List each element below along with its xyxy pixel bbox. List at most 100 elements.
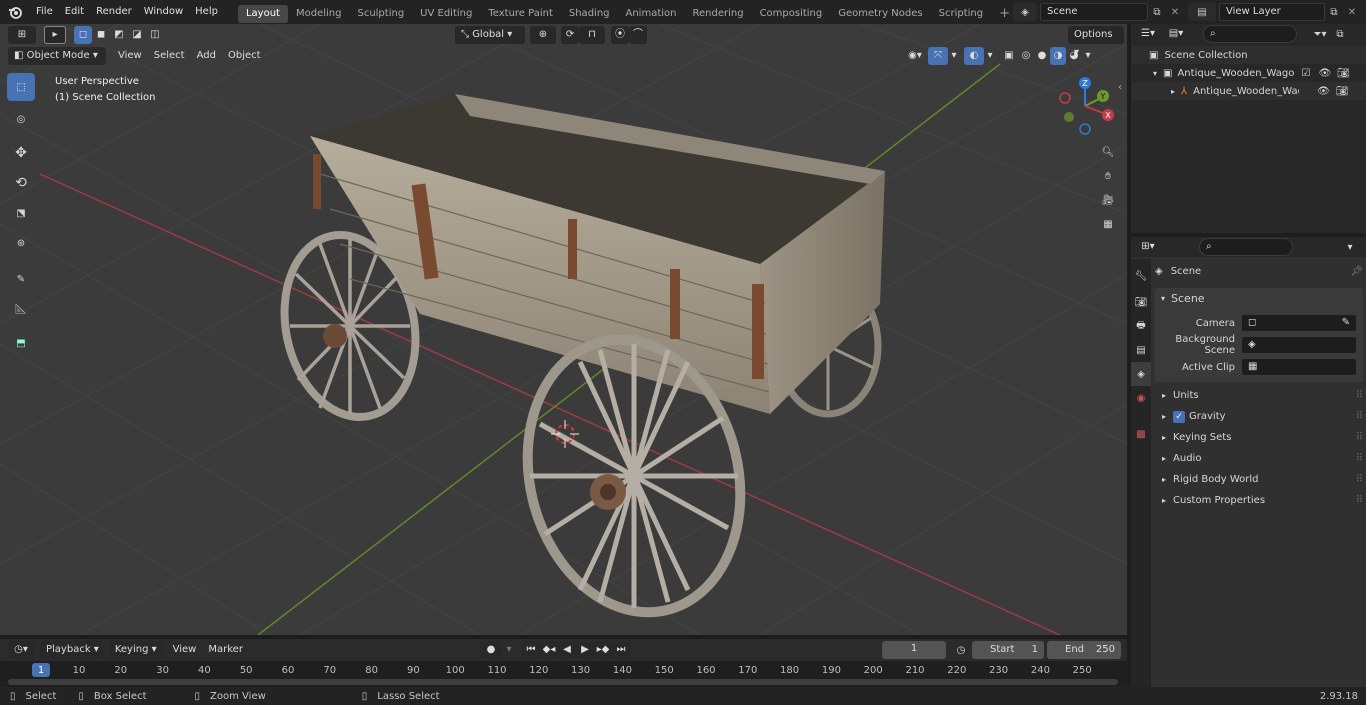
view-layer-tab-icon[interactable]: ▤ bbox=[1131, 338, 1151, 362]
xray-icon[interactable]: ▣ bbox=[1000, 47, 1018, 65]
background-scene-field[interactable]: ◈ bbox=[1241, 336, 1357, 354]
prev-keyframe-icon[interactable]: ◆◂ bbox=[540, 641, 558, 659]
filter-icon[interactable]: ⏷▾ bbox=[1309, 29, 1331, 40]
record-dropdown-icon[interactable]: ▾ bbox=[502, 641, 516, 659]
frame-ruler[interactable]: 1 10 20 30 40 50 60 70 80 90 100 110 120 130 140 150 160… bbox=[0, 661, 1127, 687]
transform-tool-icon[interactable]: ⊛ bbox=[7, 229, 35, 257]
render-camera-icon[interactable]: 📷︎ bbox=[1336, 81, 1349, 102]
tab-rendering[interactable]: Rendering bbox=[684, 5, 751, 23]
playback-dropdown[interactable]: Playback ▾ bbox=[40, 641, 105, 659]
drag-handle-icon[interactable]: ⠿ bbox=[1356, 427, 1363, 448]
solid-shading-icon[interactable]: ● bbox=[1034, 47, 1050, 65]
properties-search-input[interactable]: ⌕ bbox=[1199, 238, 1293, 256]
eye-icon[interactable]: 👁︎ bbox=[1317, 81, 1330, 102]
editor-type-icon[interactable]: ⊞ bbox=[8, 26, 36, 44]
add-cube-tool-icon[interactable]: ⬒ bbox=[7, 329, 35, 357]
view-layer-icon[interactable]: ▤ bbox=[1188, 3, 1216, 21]
play-reverse-icon[interactable]: ◀ bbox=[558, 641, 576, 659]
texture-tab-icon[interactable]: ▩ bbox=[1131, 422, 1151, 446]
new-view-layer-icon[interactable]: ⧉ bbox=[1325, 3, 1343, 21]
mode-dropdown[interactable]: ◧ Object Mode ▾ bbox=[8, 47, 106, 65]
tool-tab-icon[interactable]: 🔧︎ bbox=[1131, 264, 1151, 288]
collapse-arrow-icon[interactable]: ▸ bbox=[1171, 81, 1175, 102]
sidebar-toggle-icon[interactable]: ‹ bbox=[1118, 82, 1122, 93]
tab-animation[interactable]: Animation bbox=[618, 5, 685, 23]
perspective-grid-icon[interactable]: ▦ bbox=[1096, 212, 1120, 236]
current-frame-field[interactable]: 1 bbox=[882, 641, 946, 659]
next-keyframe-icon[interactable]: ▸◆ bbox=[594, 641, 612, 659]
navigation-gizmo[interactable]: Z Y X bbox=[1055, 74, 1121, 140]
falloff-icon[interactable]: ⌒ bbox=[629, 26, 647, 44]
shading-dropdown-icon[interactable]: ▾ bbox=[1082, 47, 1094, 65]
record-icon[interactable]: ● bbox=[480, 641, 502, 659]
world-tab-icon[interactable]: ◉ bbox=[1131, 386, 1151, 410]
select-mode-subtract-icon[interactable]: ◩ bbox=[110, 26, 128, 44]
camera-field[interactable]: ◻ ✎ bbox=[1241, 314, 1357, 332]
drag-handle-icon[interactable]: ⠿ bbox=[1356, 448, 1363, 469]
visibility-icon[interactable]: ◉▾ bbox=[902, 47, 928, 65]
material-shading-icon[interactable]: ◑ bbox=[1050, 47, 1066, 65]
snap-icon[interactable]: ⟳ bbox=[561, 26, 579, 44]
tree-row-collection[interactable]: ▾ ▣ Antique_Wooden_Wagon_001 ☑ 👁︎ 📷︎ bbox=[1131, 64, 1366, 82]
overlay-dropdown-icon[interactable]: ▾ bbox=[984, 47, 996, 65]
scene-icon[interactable]: ◈ bbox=[1013, 3, 1037, 21]
pan-hand-icon[interactable]: ✋︎ bbox=[1096, 164, 1120, 188]
wireframe-shading-icon[interactable]: ◎ bbox=[1018, 47, 1034, 65]
select-box-tool-icon[interactable]: ⬚ bbox=[7, 73, 35, 101]
camera-view-icon[interactable]: 🎥︎ bbox=[1096, 188, 1120, 212]
timeline-menu-marker[interactable]: Marker bbox=[202, 641, 249, 659]
scene-tab-icon[interactable]: ◈ bbox=[1131, 362, 1151, 386]
timeline-scrollbar[interactable] bbox=[8, 679, 1118, 685]
menu-view[interactable]: View bbox=[112, 47, 148, 65]
eyedropper-icon[interactable]: ✎ bbox=[1342, 315, 1350, 331]
active-clip-field[interactable]: ▦ bbox=[1241, 358, 1357, 376]
rigid-body-world-panel[interactable]: ▸ Rigid Body World ⠿ bbox=[1155, 469, 1363, 490]
drag-handle-icon[interactable]: ⠿ bbox=[1356, 490, 1363, 511]
new-scene-icon[interactable]: ⧉ bbox=[1148, 3, 1166, 21]
scene-name-field[interactable]: Scene bbox=[1040, 3, 1148, 21]
cursor-tool-icon[interactable]: ◎ bbox=[7, 105, 35, 133]
outliner-search-input[interactable]: ⌕ bbox=[1203, 25, 1297, 43]
render-tab-icon[interactable]: 📷︎ bbox=[1131, 290, 1151, 314]
tree-row-scene-collection[interactable]: ▣ Scene Collection bbox=[1131, 46, 1366, 64]
delete-view-layer-icon[interactable]: ✕ bbox=[1343, 3, 1361, 21]
gravity-checkbox[interactable]: ✓ bbox=[1173, 410, 1186, 423]
delete-scene-icon[interactable]: ✕ bbox=[1166, 3, 1184, 21]
rendered-shading-icon[interactable]: ◕ bbox=[1066, 47, 1082, 65]
menu-object[interactable]: Object bbox=[222, 47, 267, 65]
menu-window[interactable]: Window bbox=[138, 0, 189, 24]
units-panel[interactable]: ▸ Units ⠿ bbox=[1155, 385, 1363, 406]
gravity-panel[interactable]: ▸ ✓ Gravity ⠿ bbox=[1155, 406, 1363, 427]
select-tool-icon[interactable]: ▸ bbox=[44, 26, 66, 44]
select-mode-new-icon[interactable]: ◻ bbox=[74, 26, 92, 44]
jump-start-icon[interactable]: ⏮ bbox=[522, 641, 540, 659]
tab-modeling[interactable]: Modeling bbox=[288, 5, 350, 23]
tab-uv-editing[interactable]: UV Editing bbox=[412, 5, 480, 23]
menu-select[interactable]: Select bbox=[148, 47, 191, 65]
scale-tool-icon[interactable]: ⬔ bbox=[7, 199, 35, 227]
tree-row-object[interactable]: ▸ ⅄ Antique_Wooden_Wagon 👁︎ 📷︎ bbox=[1131, 82, 1366, 100]
transform-orientation-dropdown[interactable]: ⤡ Global ▾ bbox=[455, 26, 525, 44]
select-mode-extend-icon[interactable]: ◼ bbox=[92, 26, 110, 44]
timeline-editor-icon[interactable]: ◷▾ bbox=[8, 641, 34, 659]
select-mode-intersect-icon[interactable]: ◫ bbox=[146, 26, 164, 44]
zoom-icon[interactable]: 🔍︎ bbox=[1096, 140, 1120, 164]
3d-viewport[interactable]: ⊞ ▸ ◻ ◼ ◩ ◪ ◫ ⤡ Global ▾ ⊕ ⟳ ⊓ ⦿ ⌒ Optio… bbox=[0, 24, 1127, 635]
menu-render[interactable]: Render bbox=[90, 0, 138, 24]
menu-file[interactable]: File bbox=[30, 0, 59, 24]
view-layer-field[interactable]: View Layer bbox=[1219, 3, 1325, 21]
jump-end-icon[interactable]: ⏭ bbox=[612, 641, 630, 659]
pin-icon[interactable]: 📌︎ bbox=[1350, 261, 1363, 282]
exclude-checkbox-icon[interactable]: ☑ bbox=[1301, 63, 1310, 84]
snap-target-icon[interactable]: ⊓ bbox=[579, 26, 605, 44]
tab-sculpting[interactable]: Sculpting bbox=[349, 5, 412, 23]
rotate-tool-icon[interactable]: ⟲ bbox=[7, 169, 35, 197]
display-mode-icon[interactable]: ▤▾ bbox=[1163, 25, 1189, 43]
custom-properties-panel[interactable]: ▸ Custom Properties ⠿ bbox=[1155, 490, 1363, 511]
output-tab-icon[interactable]: 🖶︎ bbox=[1131, 314, 1151, 338]
menu-help[interactable]: Help bbox=[189, 0, 224, 24]
end-frame-field[interactable]: End 250 bbox=[1047, 641, 1121, 659]
menu-add[interactable]: Add bbox=[191, 47, 222, 65]
options-button[interactable]: Options ▾ bbox=[1068, 26, 1124, 58]
tab-texture-paint[interactable]: Texture Paint bbox=[480, 5, 561, 23]
